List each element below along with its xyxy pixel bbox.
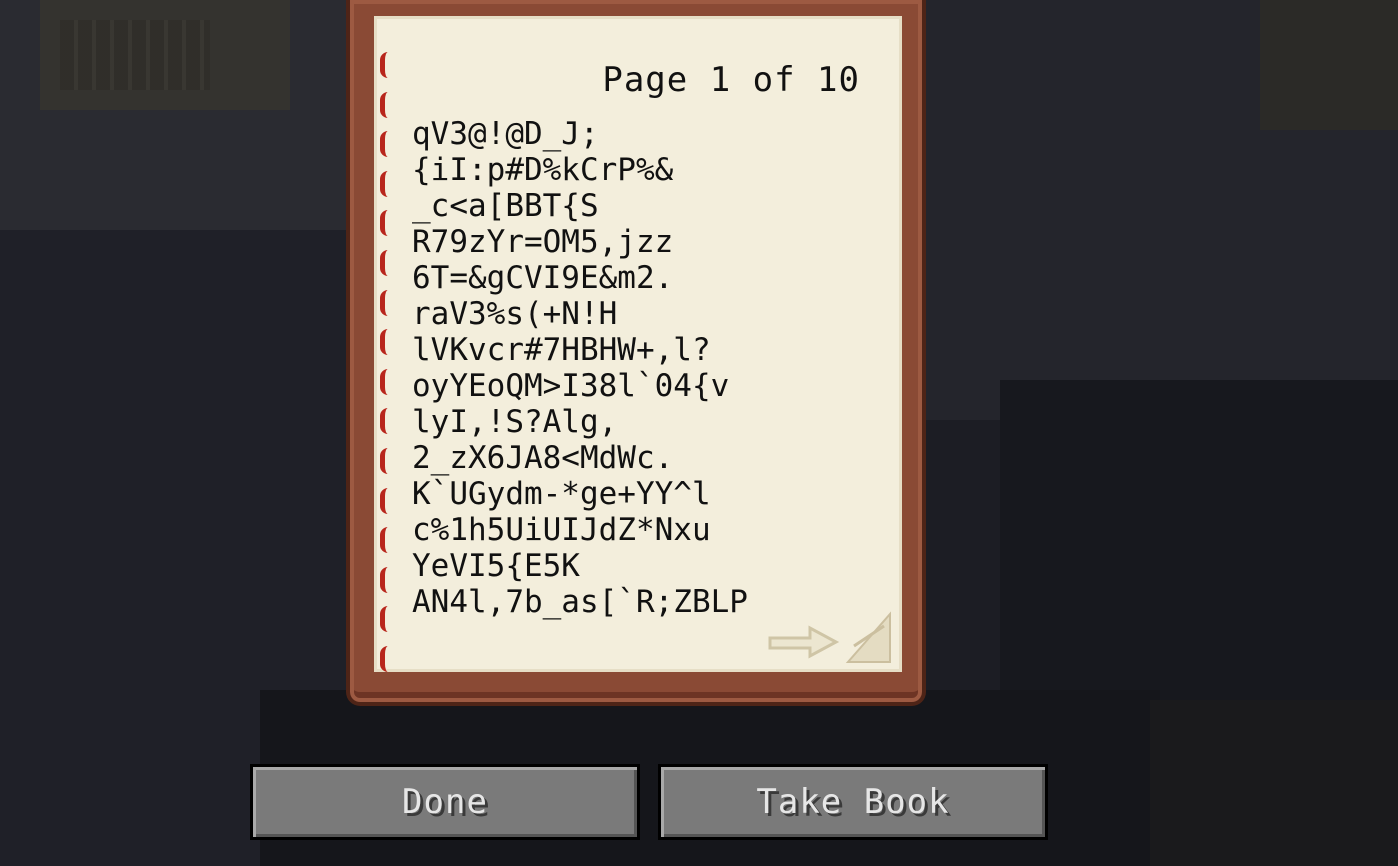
text-line: 6T=&gCVI9E&m2. [412, 260, 674, 296]
binding-ring [380, 527, 388, 554]
text-line: YeVI5{E5K [412, 548, 580, 584]
text-line: c%1h5UiUIJdZ*Nxu [412, 512, 711, 548]
binding-ring [380, 408, 388, 435]
binding-ring [380, 289, 388, 316]
text-line: raV3%s(+N!H [412, 296, 618, 332]
binding-ring [380, 131, 388, 158]
binding-ring [380, 447, 388, 474]
text-line: R79zYr=OM5,jzz [412, 224, 674, 260]
binding-ring [380, 368, 388, 395]
done-button[interactable]: Done [250, 764, 640, 840]
binding-ring [380, 91, 388, 118]
text-line: lVKvcr#7HBHW+,l? [412, 332, 711, 368]
text-line: K`UGydm-*ge+YY^l [412, 476, 711, 512]
text-line: oyYEoQM>I38l`04{v [412, 368, 730, 404]
binding-ring [380, 52, 388, 78]
arrow-right-icon[interactable] [766, 620, 842, 660]
binding-ring [380, 329, 388, 356]
page-indicator: Page 1 of 10 [602, 60, 860, 100]
page-curl-icon [845, 611, 891, 663]
binding-ring [380, 487, 388, 514]
take-book-button[interactable]: Take Book [658, 764, 1048, 840]
book-gui: Page 1 of 10 qV3@!@D_J; {iI:p#D%kCrP%& _… [346, 0, 926, 706]
book-binding [380, 52, 394, 672]
book-page: Page 1 of 10 qV3@!@D_J; {iI:p#D%kCrP%& _… [374, 16, 902, 672]
text-line: AN4l,7b_as[`R;ZBLP [412, 584, 748, 620]
binding-ring [380, 645, 388, 672]
text-line: {iI:p#D%kCrP%& [412, 152, 674, 188]
text-line: _c<a[BBT{S [412, 188, 599, 224]
background-block [1260, 0, 1398, 130]
book-text: qV3@!@D_J; {iI:p#D%kCrP%& _c<a[BBT{S R79… [412, 116, 748, 620]
background-block [1150, 700, 1398, 866]
binding-ring [380, 210, 388, 237]
binding-ring [380, 606, 388, 633]
text-line: lyI,!S?Alg, [412, 404, 618, 440]
bookshelf-books [60, 20, 210, 90]
binding-ring [380, 566, 388, 593]
text-line: qV3@!@D_J; [412, 116, 599, 152]
text-line: 2_zX6JA8<MdWc. [412, 440, 674, 476]
binding-ring [380, 170, 388, 197]
binding-ring [380, 249, 388, 276]
